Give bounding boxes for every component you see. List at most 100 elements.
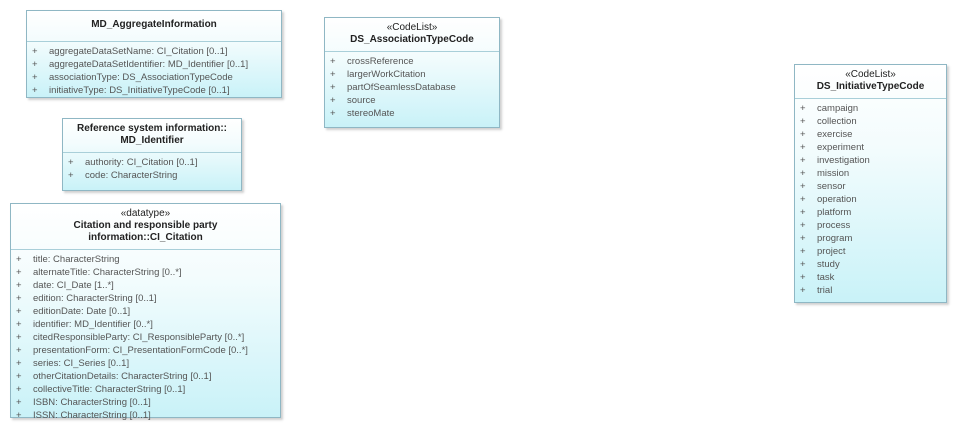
attribute-row[interactable]: + citedResponsibleParty: CI_ResponsiblePa…	[16, 331, 280, 344]
attribute-row[interactable]: + aggregateDataSetIdentifier: MD_Identifi…	[32, 58, 281, 71]
class-md-aggregate-information[interactable]: MD_AggregateInformation + aggregateDataSe…	[26, 10, 282, 98]
visibility-marker: +	[330, 95, 336, 106]
visibility-marker: +	[800, 220, 806, 231]
attribute-row[interactable]: + stereoMate	[330, 107, 499, 120]
visibility-marker: +	[16, 280, 22, 291]
attribute-text: stereoMate	[347, 108, 395, 119]
attribute-row[interactable]: + project	[800, 245, 946, 258]
attribute-row[interactable]: + ISBN: CharacterString [0..1]	[16, 396, 280, 409]
visibility-marker: +	[68, 157, 74, 168]
attribute-row[interactable]: + date: CI_Date [1..*]	[16, 279, 280, 292]
attribute-row[interactable]: + program	[800, 232, 946, 245]
class-md-identifier[interactable]: Reference system information:: MD_Identi…	[62, 118, 242, 191]
visibility-marker: +	[16, 293, 22, 304]
attribute-text: experiment	[817, 142, 864, 153]
visibility-marker: +	[16, 306, 22, 317]
attribute-text: sensor	[817, 181, 846, 192]
attribute-list: + authority: CI_Citation [0..1] + code: Cha…	[63, 153, 241, 185]
attribute-text: title: CharacterString	[33, 254, 120, 265]
attribute-row[interactable]: + trial	[800, 284, 946, 297]
attribute-row[interactable]: + identifier: MD_Identifier [0..*]	[16, 318, 280, 331]
visibility-marker: +	[800, 246, 806, 257]
attribute-row[interactable]: + partOfSeamlessDatabase	[330, 81, 499, 94]
attribute-text: presentationForm: CI_PresentationFormCod…	[33, 345, 248, 356]
class-ds-association-type-code[interactable]: «CodeList» DS_AssociationTypeCode + cross…	[324, 17, 500, 128]
attribute-text: partOfSeamlessDatabase	[347, 82, 456, 93]
visibility-marker: +	[800, 259, 806, 270]
attribute-row[interactable]: + platform	[800, 206, 946, 219]
stereotype-label: «CodeList»	[845, 69, 896, 80]
attribute-row[interactable]: + experiment	[800, 141, 946, 154]
class-package-path: Reference system information::	[76, 123, 228, 134]
visibility-marker: +	[800, 116, 806, 127]
visibility-marker: +	[16, 254, 22, 265]
visibility-marker: +	[800, 233, 806, 244]
attribute-row[interactable]: + authority: CI_Citation [0..1]	[68, 156, 241, 169]
visibility-marker: +	[32, 72, 38, 83]
attribute-text: ISBN: CharacterString [0..1]	[33, 397, 151, 408]
attribute-row[interactable]: + process	[800, 219, 946, 232]
attribute-row[interactable]: + exercise	[800, 128, 946, 141]
attribute-text: aggregateDataSetName: CI_Citation [0..1]	[49, 46, 228, 57]
attribute-row[interactable]: + initiativeType: DS_InitiativeTypeCode […	[32, 84, 281, 97]
attribute-text: mission	[817, 168, 850, 179]
attribute-row[interactable]: + study	[800, 258, 946, 271]
attribute-text: code: CharacterString	[85, 170, 178, 181]
attribute-row[interactable]: + collectiveTitle: CharacterString [0..1]	[16, 383, 280, 396]
attribute-row[interactable]: + associationType: DS_AssociationTypeCode	[32, 71, 281, 84]
visibility-marker: +	[800, 181, 806, 192]
attribute-row[interactable]: + ISSN: CharacterString [0..1]	[16, 409, 280, 422]
attribute-text: program	[817, 233, 853, 244]
attribute-row[interactable]: + code: CharacterString	[68, 169, 241, 182]
class-ds-initiative-type-code[interactable]: «CodeList» DS_InitiativeTypeCode + campai…	[794, 64, 947, 303]
class-ci-citation[interactable]: «datatype» Citation and responsible part…	[10, 203, 281, 421]
attribute-row[interactable]: + editionDate: Date [0..1]	[16, 305, 280, 318]
attribute-row[interactable]: + aggregateDataSetName: CI_Citation [0..1…	[32, 45, 281, 58]
stereotype-label: «CodeList»	[386, 22, 438, 33]
visibility-marker: +	[330, 69, 336, 80]
attribute-row[interactable]: + series: CI_Series [0..1]	[16, 357, 280, 370]
attribute-text: exercise	[817, 129, 853, 140]
attribute-text: associationType: DS_AssociationTypeCode	[49, 72, 233, 83]
attribute-row[interactable]: + source	[330, 94, 499, 107]
attribute-list: + campaign + collection + exercise + experiment…	[795, 99, 946, 300]
attribute-text: platform	[817, 207, 852, 218]
attribute-row[interactable]: + title: CharacterString	[16, 253, 280, 266]
attribute-text: source	[347, 95, 376, 106]
visibility-marker: +	[16, 397, 22, 408]
attribute-row[interactable]: + collection	[800, 115, 946, 128]
attribute-row[interactable]: + alternateTitle: CharacterString [0..*]	[16, 266, 280, 279]
visibility-marker: +	[800, 142, 806, 153]
visibility-marker: +	[800, 207, 806, 218]
class-header: «CodeList» DS_InitiativeTypeCode	[795, 65, 946, 99]
visibility-marker: +	[16, 384, 22, 395]
attribute-row[interactable]: + campaign	[800, 102, 946, 115]
class-name: MD_Identifier	[120, 135, 184, 146]
attribute-row[interactable]: + edition: CharacterString [0..1]	[16, 292, 280, 305]
attribute-text: largerWorkCitation	[347, 69, 426, 80]
class-name: MD_AggregateInformation	[91, 19, 217, 30]
attribute-text: crossReference	[347, 56, 414, 67]
attribute-row[interactable]: + largerWorkCitation	[330, 68, 499, 81]
visibility-marker: +	[68, 170, 74, 181]
stereotype-label: «datatype»	[120, 208, 171, 219]
attribute-row[interactable]: + sensor	[800, 180, 946, 193]
class-name: DS_AssociationTypeCode	[350, 34, 474, 45]
visibility-marker: +	[800, 285, 806, 296]
attribute-row[interactable]: + task	[800, 271, 946, 284]
attribute-text: otherCitationDetails: CharacterString [0…	[33, 371, 212, 382]
attribute-row[interactable]: + investigation	[800, 154, 946, 167]
attribute-row[interactable]: + crossReference	[330, 55, 499, 68]
attribute-text: identifier: MD_Identifier [0..*]	[33, 319, 153, 330]
attribute-row[interactable]: + otherCitationDetails: CharacterString […	[16, 370, 280, 383]
attribute-text: investigation	[817, 155, 870, 166]
attribute-text: citedResponsibleParty: CI_ResponsiblePar…	[33, 332, 245, 343]
class-name: Citation and responsible party informati…	[73, 220, 218, 243]
visibility-marker: +	[800, 155, 806, 166]
attribute-row[interactable]: + presentationForm: CI_PresentationFormCo…	[16, 344, 280, 357]
class-header: MD_AggregateInformation	[27, 11, 281, 42]
class-header: «datatype» Citation and responsible part…	[11, 204, 280, 250]
attribute-row[interactable]: + mission	[800, 167, 946, 180]
attribute-row[interactable]: + operation	[800, 193, 946, 206]
attribute-text: operation	[817, 194, 857, 205]
